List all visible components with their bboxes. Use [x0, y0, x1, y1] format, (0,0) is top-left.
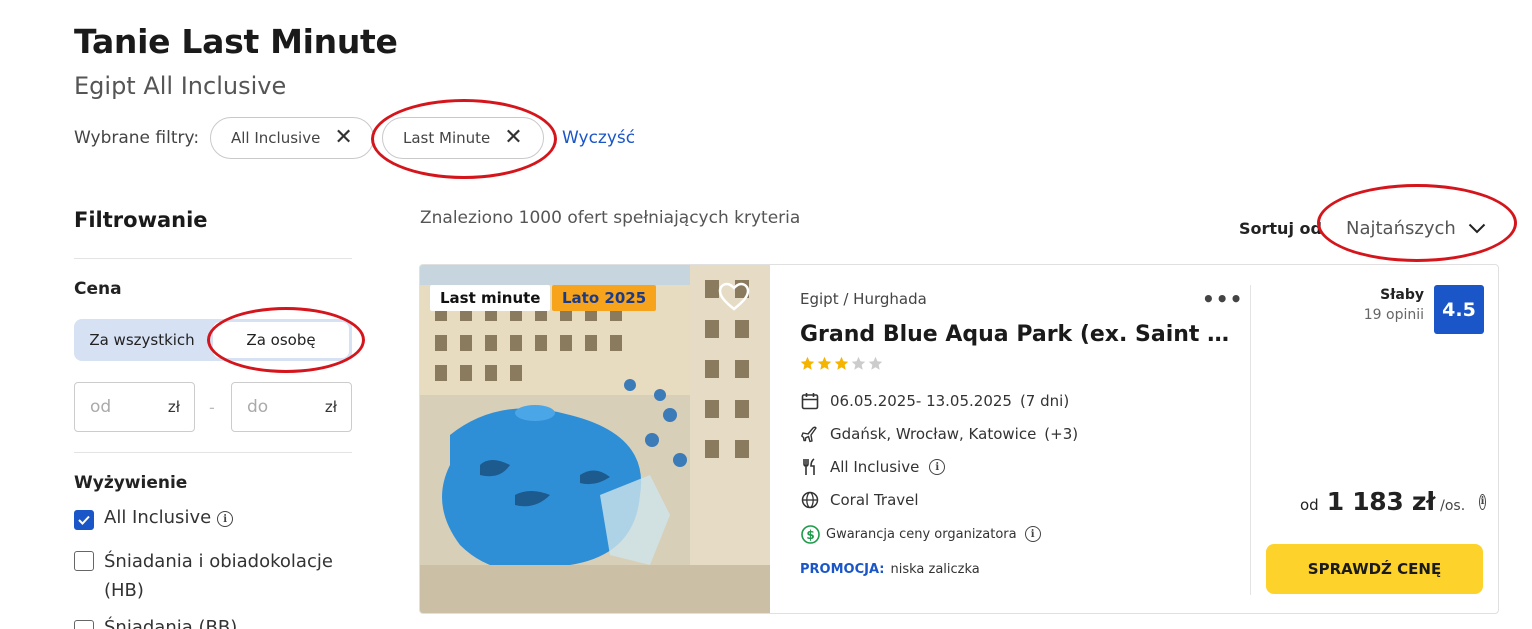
rating-word: Słaby [1380, 287, 1424, 303]
info-icon[interactable]: i [1479, 493, 1486, 510]
close-icon[interactable]: ✕ [334, 127, 352, 149]
more-icon[interactable]: ••• [1202, 287, 1243, 311]
offer-card[interactable]: Last minute Lato 2025 Egipt / Hurghada •… [419, 264, 1499, 614]
star-icon [800, 356, 815, 370]
price-suffix: /os. [1440, 498, 1466, 514]
info-icon[interactable]: i [929, 459, 946, 475]
reviews-count[interactable]: 19 opinii [1360, 307, 1424, 323]
board-option-label: All Inclusive [104, 507, 212, 528]
currency-label: zł [324, 398, 337, 416]
offer-duration: (7 dni) [1019, 392, 1070, 410]
checkbox[interactable] [74, 620, 94, 629]
sidebar-title: Filtrowanie [74, 208, 208, 232]
promo-label: PROMOCJA: [800, 562, 885, 577]
info-icon[interactable]: i [1024, 526, 1041, 542]
hotel-pool-image [420, 265, 770, 613]
promo-line: PROMOCJA: niska zaliczka [800, 562, 980, 577]
price-amount: 1 183 zł [1326, 487, 1436, 516]
offer-departures: Gdańsk, Wrocław, Katowice [830, 425, 1037, 443]
rating-score: 4.5 [1434, 285, 1484, 334]
board-row: All Inclusive i [800, 457, 946, 477]
hotel-name[interactable]: Grand Blue Aqua Park (ex. Saint Maria) [800, 322, 1232, 347]
divider [74, 258, 352, 259]
star-icon [817, 356, 832, 370]
currency-label: zł [167, 398, 180, 416]
filter-chip-label: Last Minute [403, 129, 491, 147]
board-option-bb[interactable]: Śniadania (BB) [74, 617, 237, 629]
check-price-button[interactable]: SPRAWDŹ CENĘ [1266, 544, 1483, 594]
sort-value: Najtańszych [1346, 218, 1456, 239]
checkbox[interactable] [74, 551, 94, 571]
filter-chip-all-inclusive[interactable]: All Inclusive ✕ [210, 117, 374, 159]
filter-chip-last-minute[interactable]: Last Minute ✕ [382, 117, 544, 159]
selected-filters-label: Wybrane filtry: [74, 128, 200, 148]
price-to-input[interactable]: do zł [231, 382, 352, 432]
fork-knife-icon [800, 457, 820, 477]
offer-board: All Inclusive [830, 458, 920, 476]
toggle-option-per-person[interactable]: Za osobę [212, 321, 350, 359]
dates-row: 06.05.2025- 13.05.2025 (7 dni) [800, 391, 1069, 411]
heart-icon[interactable] [718, 282, 750, 312]
price-line: od 1 183 zł /os. i [1300, 487, 1486, 516]
results-count: Znaleziono 1000 ofert spełniających kryt… [420, 208, 801, 228]
operator-row: Coral Travel [800, 490, 919, 510]
last-minute-badge: Last minute [430, 285, 551, 311]
departures-row: Gdańsk, Wrocław, Katowice (+3) [800, 424, 1078, 444]
sort-label: Sortuj od [1239, 219, 1322, 238]
price-mode-toggle: Za wszystkich Za osobę [74, 319, 352, 361]
offer-departures-more[interactable]: (+3) [1044, 425, 1078, 443]
range-separator: - [209, 398, 215, 417]
hotel-location: Egipt / Hurghada [800, 290, 927, 308]
price-guarantee: Gwarancja ceny organizatora [826, 526, 1017, 542]
plane-icon [800, 424, 820, 444]
promo-text: niska zaliczka [890, 562, 980, 577]
price-section-label: Cena [74, 279, 122, 299]
toggle-option-all[interactable]: Za wszystkich [74, 319, 210, 361]
season-badge: Lato 2025 [552, 285, 657, 311]
price-prefix: od [1300, 496, 1319, 514]
offer-operator: Coral Travel [830, 491, 919, 509]
info-icon[interactable]: i [217, 511, 234, 527]
guarantee-row: $ Gwarancja ceny organizatora i [800, 524, 1041, 544]
calendar-icon [800, 391, 820, 411]
star-icon [834, 356, 849, 370]
rating-summary: Słaby 19 opinii [1360, 287, 1424, 323]
board-option-label: Śniadania i obiadokolacje (HB) [104, 551, 333, 601]
board-section-label: Wyżywienie [74, 473, 188, 493]
price-from-input[interactable]: od zł [74, 382, 195, 432]
check-icon [78, 515, 90, 525]
price-from-placeholder: od [90, 397, 112, 417]
clear-filters-link[interactable]: Wyczyść [562, 128, 635, 148]
star-icon [868, 356, 883, 370]
page-subtitle: Egipt All Inclusive [74, 72, 287, 100]
hotel-photo[interactable]: Last minute Lato 2025 [420, 265, 770, 613]
checkbox-checked[interactable] [74, 510, 94, 530]
svg-text:$: $ [806, 528, 814, 542]
chevron-down-icon [1468, 223, 1485, 234]
filter-chip-label: All Inclusive [231, 129, 321, 147]
board-option-label: Śniadania (BB) [104, 617, 238, 629]
price-to-placeholder: do [247, 397, 269, 417]
star-icon [851, 356, 866, 370]
divider [74, 452, 352, 453]
close-icon[interactable]: ✕ [504, 127, 522, 149]
divider [1250, 285, 1251, 595]
hotel-stars [800, 356, 883, 371]
offer-dates: 06.05.2025- 13.05.2025 [830, 392, 1012, 410]
board-option-hb[interactable]: Śniadania i obiadokolacje (HB) [74, 547, 364, 605]
globe-icon [800, 490, 820, 510]
board-option-all-inclusive[interactable]: All Inclusive i [74, 507, 234, 530]
dollar-circle-icon: $ [800, 524, 820, 544]
page-title: Tanie Last Minute [74, 22, 398, 61]
sort-dropdown[interactable]: Najtańszych [1346, 218, 1486, 239]
